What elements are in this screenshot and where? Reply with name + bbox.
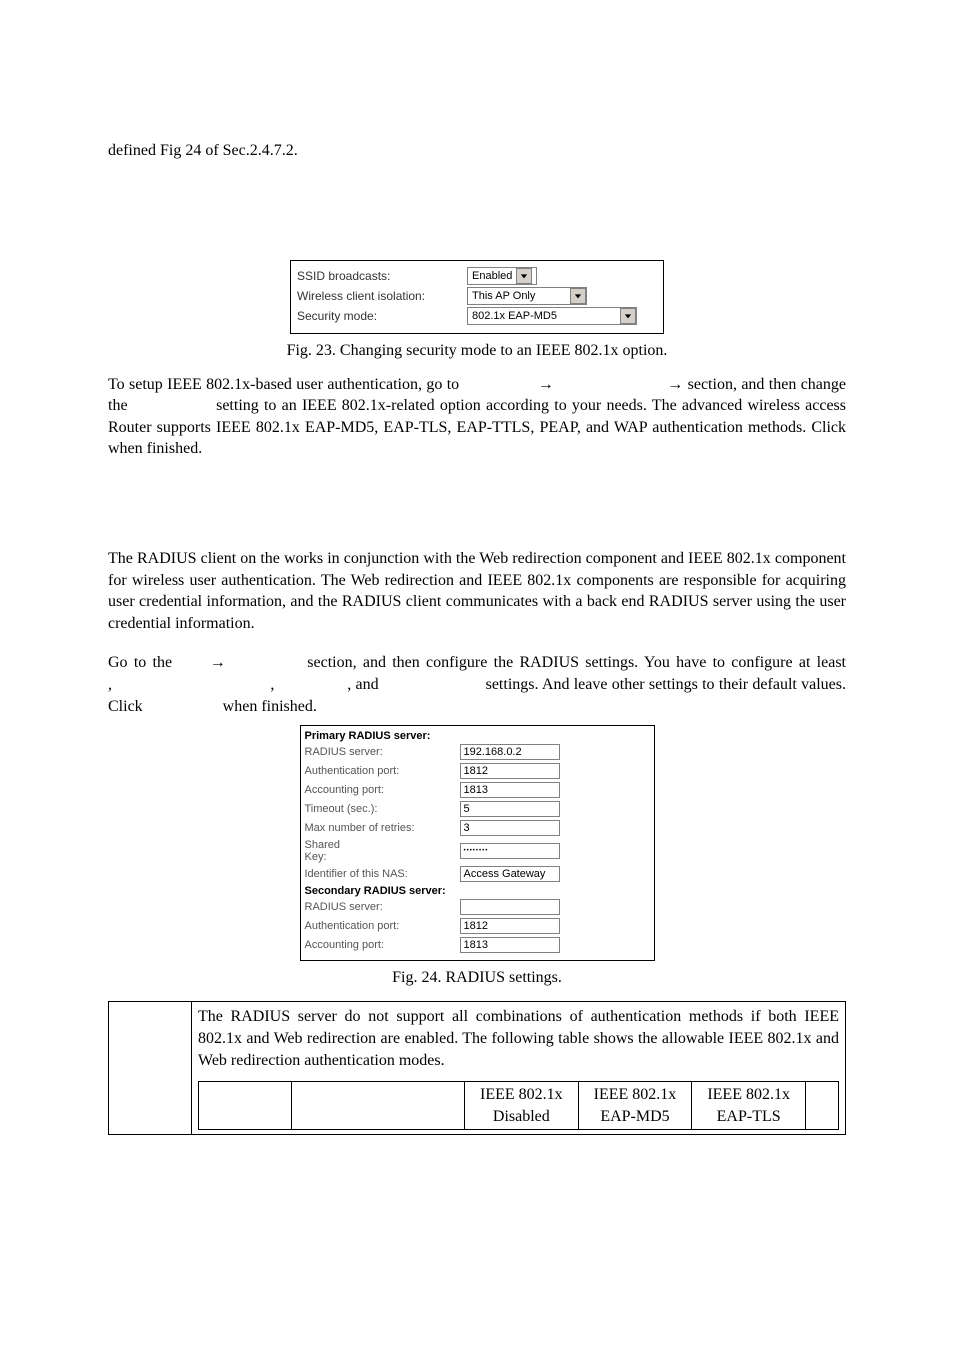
- modes-col-1-line2: Disabled: [493, 1108, 550, 1125]
- modes-col-1-line1: IEEE 802.1x: [480, 1086, 563, 1103]
- figure-23: SSID broadcasts: Enabled Wireless client…: [290, 260, 664, 334]
- modes-col-3: IEEE 802.1x EAP-TLS: [692, 1082, 806, 1130]
- sec-auth-port-input[interactable]: 1812: [460, 918, 560, 934]
- timeout-label: Timeout (sec.):: [305, 803, 460, 815]
- paragraph-1: To setup IEEE 802.1x-based user authenti…: [108, 374, 846, 460]
- secondary-radius-head: Secondary RADIUS server:: [305, 885, 650, 897]
- modes-col-3-line2: EAP-TLS: [717, 1108, 781, 1125]
- timeout-input[interactable]: 5: [460, 801, 560, 817]
- figure-24: Primary RADIUS server: RADIUS server: 19…: [300, 725, 655, 961]
- dropdown-arrow-icon: [570, 288, 586, 304]
- modes-blank-3: [806, 1082, 839, 1130]
- sec-radius-server-input[interactable]: [460, 899, 560, 915]
- radius-server-label: RADIUS server:: [305, 746, 460, 758]
- security-mode-label: Security mode:: [297, 309, 467, 323]
- auth-port-input[interactable]: 1812: [460, 763, 560, 779]
- ssid-broadcasts-label: SSID broadcasts:: [297, 269, 467, 283]
- shared-key-label: Shared Key:: [305, 839, 365, 863]
- figure-24-caption: Fig. 24. RADIUS settings.: [108, 969, 846, 987]
- figure-23-caption: Fig. 23. Changing security mode to an IE…: [108, 342, 846, 360]
- paragraph-2: The RADIUS client on the works in conjun…: [108, 548, 846, 634]
- nas-id-label: Identifier of this NAS:: [305, 868, 460, 880]
- shared-key-input[interactable]: ••••••••: [460, 843, 560, 859]
- acct-port-label: Accounting port:: [305, 784, 460, 796]
- acct-port-input[interactable]: 1813: [460, 782, 560, 798]
- dropdown-arrow-icon: [516, 268, 532, 284]
- note-content-cell: The RADIUS server do not support all com…: [192, 1002, 846, 1135]
- modes-blank-2: [292, 1082, 465, 1130]
- ssid-broadcasts-select[interactable]: Enabled: [467, 267, 537, 285]
- radius-server-input[interactable]: 192.168.0.2: [460, 744, 560, 760]
- nas-id-input[interactable]: Access Gateway: [460, 866, 560, 882]
- max-retries-label: Max number of retries:: [305, 822, 460, 834]
- note-text: The RADIUS server do not support all com…: [198, 1008, 839, 1068]
- paragraph-3: Go to the → section, and then configure …: [108, 652, 846, 717]
- intro-line: defined Fig 24 of Sec.2.4.7.2.: [108, 140, 846, 162]
- wireless-client-isolation-label: Wireless client isolation:: [297, 289, 467, 303]
- modes-col-2-line2: EAP-MD5: [600, 1108, 669, 1125]
- wireless-client-isolation-select[interactable]: This AP Only: [467, 287, 587, 305]
- modes-col-2-line1: IEEE 802.1x: [594, 1086, 677, 1103]
- auth-port-label: Authentication port:: [305, 765, 460, 777]
- note-left-cell: [109, 1002, 192, 1135]
- sec-acct-port-input[interactable]: 1813: [460, 937, 560, 953]
- sec-radius-server-label: RADIUS server:: [305, 901, 460, 913]
- modes-col-2: IEEE 802.1x EAP-MD5: [578, 1082, 692, 1130]
- ssid-broadcasts-value: Enabled: [468, 270, 516, 282]
- security-mode-value: 802.1x EAP-MD5: [468, 310, 620, 322]
- dropdown-arrow-icon: [620, 308, 636, 324]
- sec-acct-port-label: Accounting port:: [305, 939, 460, 951]
- max-retries-input[interactable]: 3: [460, 820, 560, 836]
- wireless-client-isolation-value: This AP Only: [468, 290, 570, 302]
- primary-radius-head: Primary RADIUS server:: [305, 730, 650, 742]
- modes-col-1: IEEE 802.1x Disabled: [465, 1082, 579, 1130]
- modes-blank-1: [199, 1082, 292, 1130]
- sec-auth-port-label: Authentication port:: [305, 920, 460, 932]
- auth-modes-table: IEEE 802.1x Disabled IEEE 802.1x EAP-MD5…: [198, 1081, 839, 1130]
- note-block: The RADIUS server do not support all com…: [108, 1001, 846, 1135]
- modes-col-3-line1: IEEE 802.1x: [707, 1086, 790, 1103]
- security-mode-select[interactable]: 802.1x EAP-MD5: [467, 307, 637, 325]
